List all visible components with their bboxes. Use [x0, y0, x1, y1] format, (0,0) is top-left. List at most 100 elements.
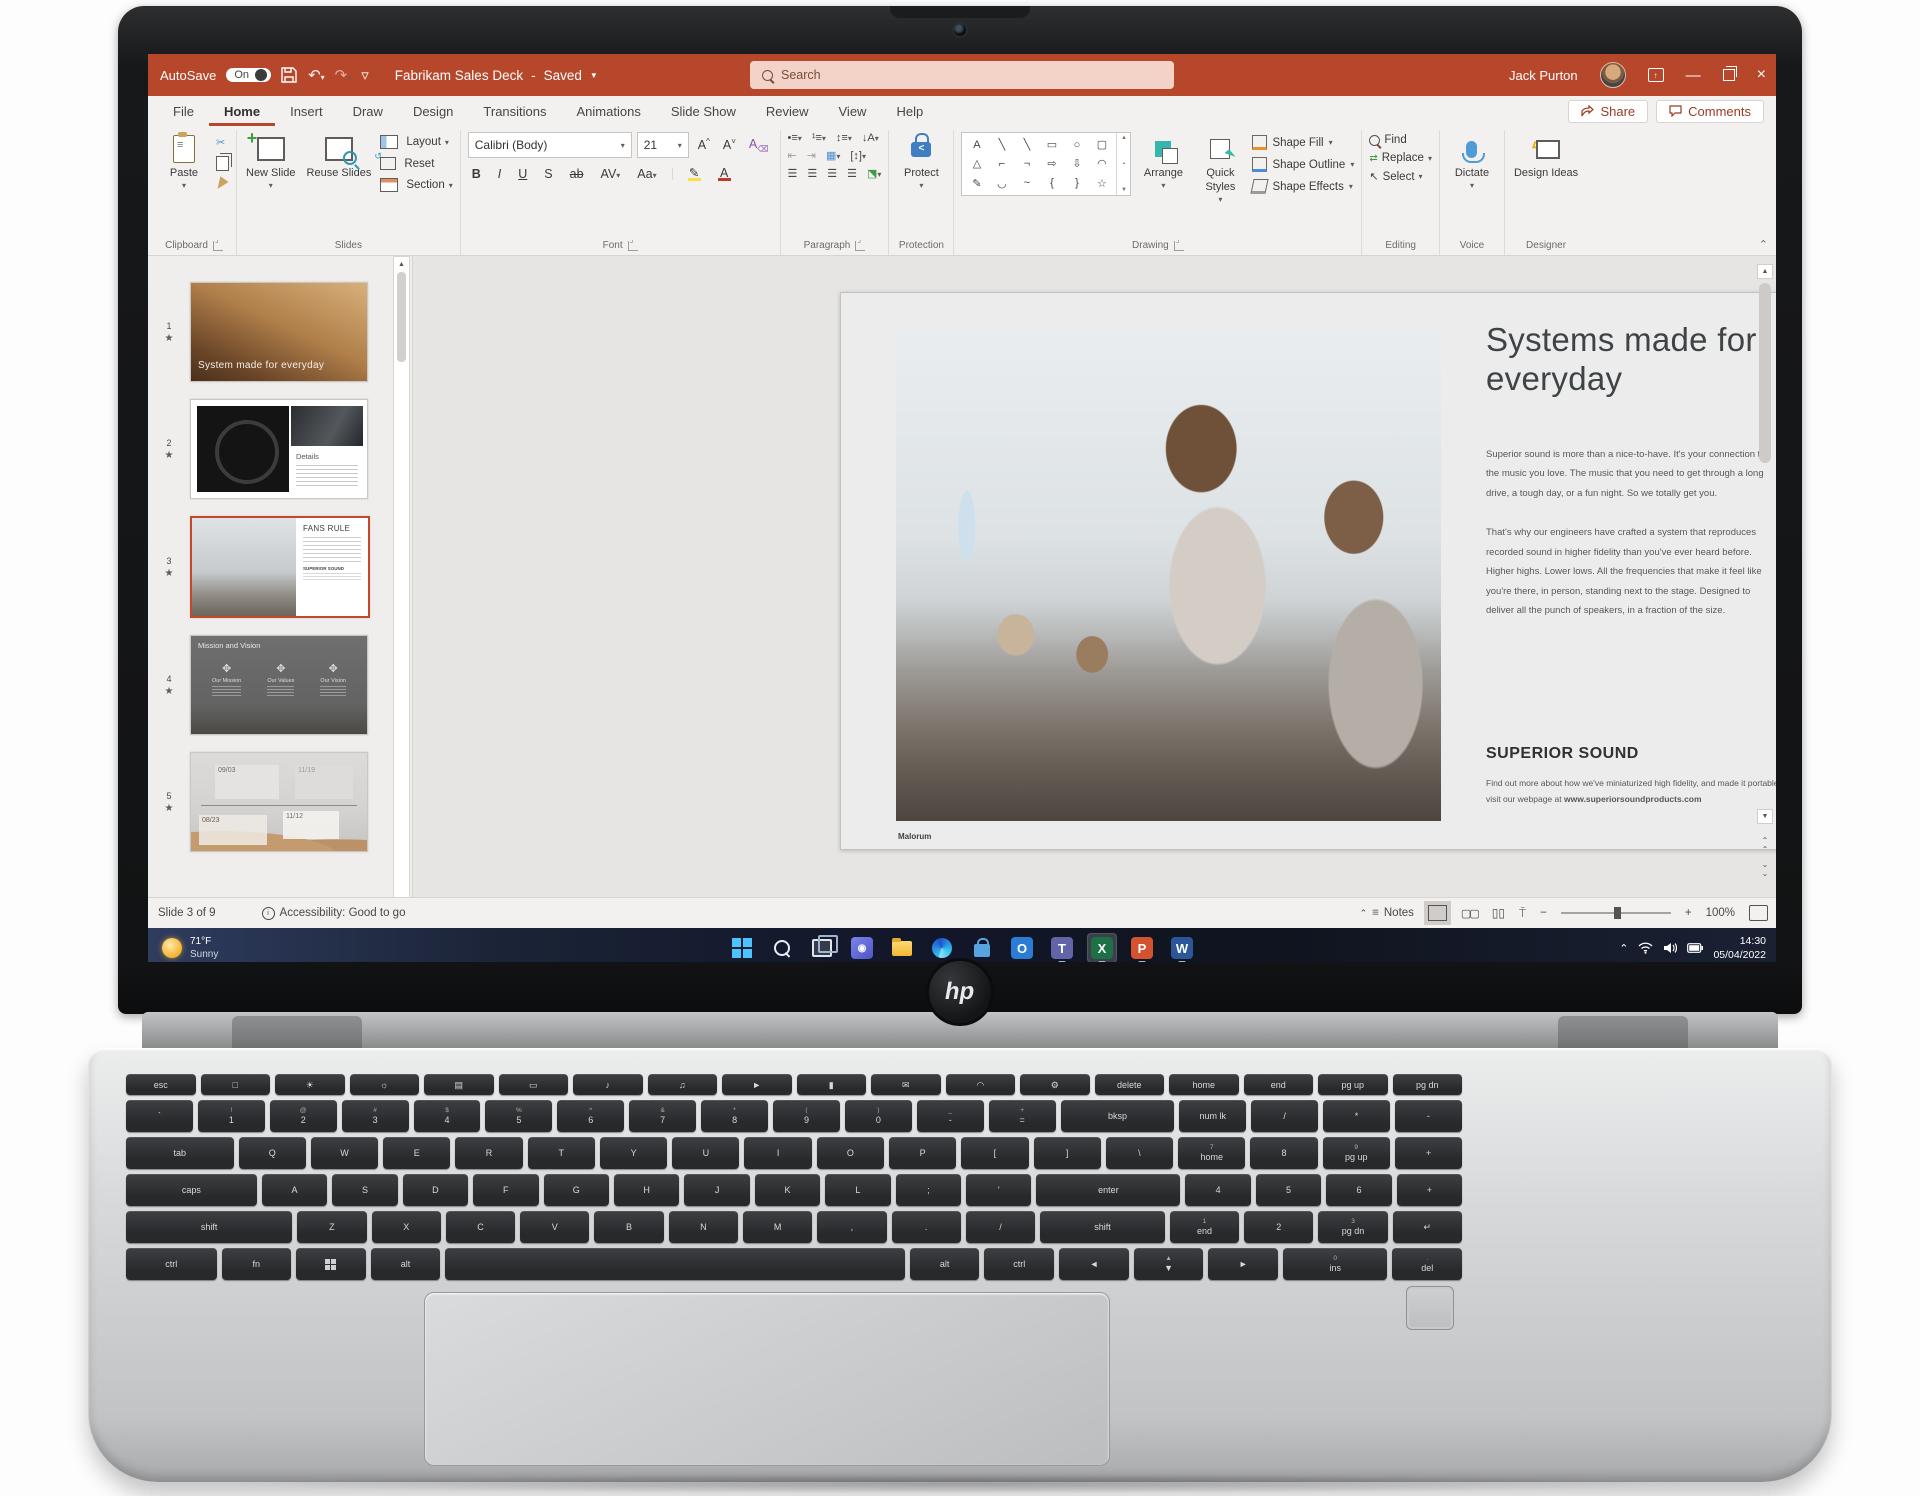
- tab-draw[interactable]: Draw: [338, 96, 398, 126]
- italic-button[interactable]: I: [494, 166, 505, 182]
- zoom-in-icon[interactable]: +: [1685, 907, 1692, 919]
- character-spacing-button[interactable]: AV▾: [597, 166, 625, 182]
- design-ideas-button[interactable]: ϟ Design Ideas: [1512, 132, 1580, 183]
- shape-glyph[interactable]: ¬: [1024, 158, 1030, 170]
- protect-button[interactable]: < Protect▾: [896, 132, 946, 193]
- slide-title[interactable]: Systems made for everyday: [1486, 321, 1776, 399]
- share-button[interactable]: Share: [1568, 100, 1648, 123]
- section-button[interactable]: Section▾: [380, 178, 452, 192]
- slide-sorter-view-button[interactable]: ▢▢: [1461, 907, 1478, 920]
- scrollbar-thumb[interactable]: [1759, 283, 1771, 463]
- tab-view[interactable]: View: [824, 96, 882, 126]
- align-text-button[interactable]: [↕]▾: [850, 150, 866, 162]
- quick-access-menu-icon[interactable]: ▿: [361, 66, 369, 84]
- font-name-select[interactable]: Calibri (Body)▾: [468, 132, 632, 158]
- shape-glyph[interactable]: A: [973, 139, 980, 151]
- tab-insert[interactable]: Insert: [275, 96, 338, 126]
- taskbar-app-outlook[interactable]: O: [1007, 933, 1037, 962]
- wifi-icon[interactable]: [1638, 942, 1653, 954]
- columns-button[interactable]: ▦▾: [826, 149, 840, 162]
- taskbar-app-powerpoint[interactable]: P: [1127, 933, 1157, 962]
- bullets-button[interactable]: •≡▾: [788, 132, 802, 144]
- fit-slide-button[interactable]: [1749, 905, 1768, 921]
- taskbar-app-excel[interactable]: X: [1087, 933, 1117, 962]
- zoom-slider[interactable]: [1561, 912, 1671, 914]
- main-scrollbar[interactable]: ▲ ▼: [1757, 264, 1773, 824]
- copy-icon[interactable]: [216, 156, 229, 171]
- notes-button[interactable]: ⌃≡ Notes: [1360, 907, 1414, 919]
- user-name[interactable]: Jack Purton: [1509, 68, 1578, 83]
- taskbar-app-teams[interactable]: T: [1047, 933, 1077, 962]
- font-size-select[interactable]: 21▾: [637, 132, 689, 158]
- clock[interactable]: 14:3005/04/2022: [1713, 934, 1766, 962]
- shapes-gallery[interactable]: A╲╲▭○▢△⌐¬⇨⇩◠✎◡~{}☆ ▲▪▼: [961, 132, 1131, 196]
- clipboard-dialog-launcher[interactable]: [213, 241, 223, 251]
- close-button[interactable]: ×: [1757, 66, 1766, 84]
- accessibility-status[interactable]: i Accessibility: Good to go: [262, 907, 406, 920]
- slide-indicator[interactable]: Slide 3 of 9: [158, 907, 216, 919]
- shape-glyph[interactable]: ▭: [1047, 138, 1057, 151]
- slide-cta-text[interactable]: Find out more about how we've miniaturiz…: [1486, 775, 1776, 807]
- clear-formatting-button[interactable]: A⌫: [745, 136, 773, 155]
- shape-glyph[interactable]: ☆: [1097, 177, 1107, 190]
- collapse-ribbon-icon[interactable]: ⌃: [1759, 238, 1768, 251]
- reuse-slides-button[interactable]: Reuse Slides: [305, 132, 374, 183]
- restore-button[interactable]: [1723, 69, 1735, 81]
- zoom-slider-handle[interactable]: [1614, 907, 1621, 919]
- cut-icon[interactable]: ✂: [216, 136, 229, 149]
- taskbar-app-chat[interactable]: ◉: [847, 933, 877, 962]
- document-title-area[interactable]: Fabrikam Sales Deck - Saved ▼: [395, 68, 598, 83]
- slide-thumbnail[interactable]: 09/0311/1908/2311/12: [190, 752, 368, 852]
- justify-button[interactable]: ☰: [847, 167, 857, 180]
- format-painter-icon[interactable]: [213, 176, 228, 192]
- taskbar-app-explorer[interactable]: [887, 933, 917, 962]
- tab-slide-show[interactable]: Slide Show: [656, 96, 751, 126]
- shape-glyph[interactable]: ~: [1024, 177, 1030, 189]
- title-dropdown-icon[interactable]: ▼: [590, 71, 598, 80]
- normal-view-button[interactable]: [1428, 905, 1447, 921]
- slide-thumbnail[interactable]: System made for everyday: [190, 282, 368, 382]
- taskbar-app-word[interactable]: W: [1167, 933, 1197, 962]
- reading-view-button[interactable]: ▯▯: [1492, 906, 1505, 920]
- shadow-button[interactable]: S: [540, 166, 556, 182]
- layout-button[interactable]: Layout▾: [380, 135, 452, 149]
- tab-transitions[interactable]: Transitions: [468, 96, 561, 126]
- shape-glyph[interactable]: ╲: [1024, 138, 1031, 151]
- shape-effects-button[interactable]: Shape Effects▾: [1252, 178, 1354, 195]
- paste-button[interactable]: Paste▾: [159, 132, 209, 193]
- strikethrough-button[interactable]: ab: [566, 166, 588, 182]
- shape-glyph[interactable]: ▢: [1097, 138, 1107, 151]
- change-case-button[interactable]: Aa▾: [633, 166, 660, 182]
- font-color-button[interactable]: A: [714, 166, 735, 182]
- shape-outline-button[interactable]: Shape Outline▾: [1252, 156, 1354, 173]
- tab-animations[interactable]: Animations: [562, 96, 656, 126]
- align-center-button[interactable]: ☰: [807, 167, 817, 180]
- select-button[interactable]: ↖Select▾: [1369, 170, 1432, 183]
- shrink-font-button[interactable]: A˅: [719, 136, 740, 153]
- tray-chevron-icon[interactable]: ⌃: [1619, 942, 1628, 955]
- text-direction-button[interactable]: ↓A▾: [862, 132, 879, 144]
- zoom-level[interactable]: 100%: [1706, 907, 1735, 919]
- slide-canvas[interactable]: Systems made for everyday Superior sound…: [840, 292, 1776, 850]
- shape-glyph[interactable]: }: [1075, 177, 1079, 189]
- underline-button[interactable]: U: [514, 166, 531, 182]
- slideshow-button[interactable]: ⍑: [1519, 906, 1526, 921]
- shape-glyph[interactable]: ╲: [999, 138, 1006, 151]
- new-slide-button[interactable]: New Slide▾: [244, 132, 298, 193]
- slide-thumbnail[interactable]: Mission and Vision✥Our Mission✥Our Value…: [190, 635, 368, 735]
- grow-font-button[interactable]: A^: [694, 136, 714, 153]
- minimize-button[interactable]: —: [1686, 67, 1701, 84]
- align-left-button[interactable]: ☰: [788, 167, 798, 180]
- arrange-button[interactable]: Arrange▾: [1138, 132, 1188, 193]
- shape-glyph[interactable]: ⇨: [1047, 157, 1056, 170]
- tab-help[interactable]: Help: [881, 96, 938, 126]
- shape-glyph[interactable]: ◡: [997, 177, 1007, 190]
- shape-glyph[interactable]: ⌐: [999, 158, 1005, 170]
- search-input[interactable]: Search: [750, 61, 1174, 89]
- scroll-down-icon[interactable]: ▼: [1757, 809, 1773, 824]
- line-spacing-button[interactable]: ↕≡▾: [836, 132, 852, 144]
- numbering-button[interactable]: ¹≡▾: [812, 132, 826, 144]
- slide-heading[interactable]: SUPERIOR SOUND: [1486, 745, 1639, 763]
- avatar[interactable]: [1600, 62, 1626, 88]
- taskbar-app-search[interactable]: [767, 933, 797, 962]
